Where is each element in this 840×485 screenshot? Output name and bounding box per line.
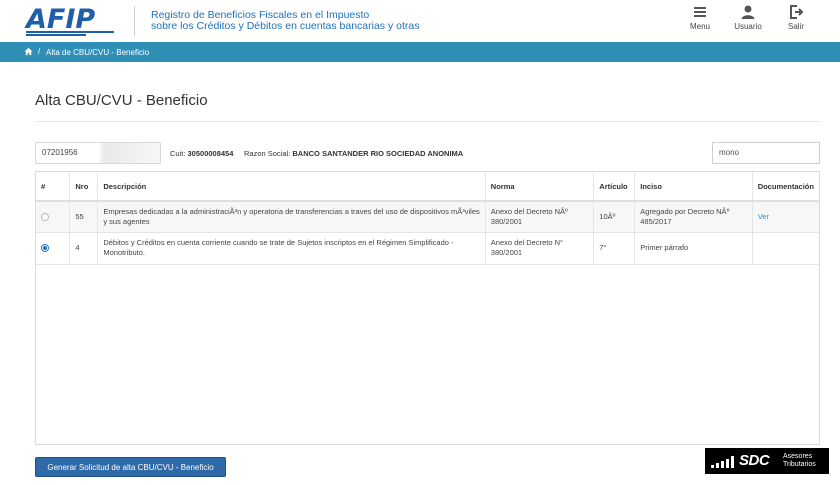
signal-bars-icon	[711, 456, 734, 468]
razon-social-label: Razon Social:	[244, 149, 291, 158]
table-row[interactable]: 4 Débitos y Créditos en cuenta corriente…	[36, 232, 819, 265]
page-title: Alta CBU/CVU - Beneficio	[35, 92, 208, 109]
row-descripcion: Empresas dedicadas a la administraciÃ³n …	[97, 201, 486, 233]
col-header-articulo: Artículo	[593, 172, 636, 202]
col-header-inciso: Inciso	[634, 172, 753, 202]
row-articulo: 7°	[593, 232, 636, 265]
home-icon[interactable]	[24, 47, 33, 58]
razon-social-info: Razon Social: BANCO SANTANDER RIO SOCIED…	[244, 149, 463, 158]
search-input[interactable]: mono	[712, 142, 820, 164]
col-header-documentacion: Documentación	[752, 172, 819, 202]
exit-button[interactable]: Salir	[776, 4, 816, 31]
row-documentacion: Ver	[752, 201, 819, 233]
sdc-tagline-line2: Tributarios	[783, 461, 816, 468]
breadcrumb-separator: /	[38, 47, 41, 56]
app-title: Registro de Beneficios Fiscales en el Im…	[151, 10, 419, 32]
afip-logo[interactable]: AFIP	[24, 4, 118, 38]
row-inciso: Agregado por Decreto NÂº 485/2017	[634, 201, 753, 233]
row-inciso: Primer párrafo	[634, 232, 753, 265]
row-select-cell[interactable]	[36, 232, 71, 265]
user-label: Usuario	[734, 22, 762, 31]
breadcrumb: / Alta de CBU/CVU - Beneficio	[0, 42, 840, 62]
row-articulo: 10Âº	[593, 201, 636, 233]
row-radio-button-selected[interactable]	[41, 244, 49, 253]
row-radio-button[interactable]	[41, 212, 49, 221]
cuit-label: Cuit:	[170, 149, 186, 158]
beneficios-table: # Nro Descripción Norma Artículo Inciso …	[36, 172, 819, 265]
logout-icon	[790, 5, 804, 19]
table-header-row: # Nro Descripción Norma Artículo Inciso …	[36, 172, 819, 202]
logo-text: AFIP	[24, 4, 95, 35]
beneficios-table-panel: # Nro Descripción Norma Artículo Inciso …	[35, 171, 820, 445]
user-button[interactable]: Usuario	[728, 4, 768, 31]
menu-label: Menu	[689, 22, 710, 31]
razon-social-value: BANCO SANTANDER RIO SOCIEDAD ANONIMA	[292, 149, 464, 158]
row-documentacion	[752, 232, 819, 265]
sdc-tagline-line1: Asesores	[783, 453, 813, 460]
app-header: AFIP Registro de Beneficios Fiscales en …	[0, 0, 840, 42]
cuit-value: 30500008454	[187, 149, 234, 158]
menu-button[interactable]: Menu	[680, 4, 720, 31]
row-select-cell[interactable]	[36, 201, 71, 233]
hamburger-icon	[694, 7, 706, 17]
exit-label: Salir	[787, 22, 804, 31]
sdc-wordmark: SDC	[739, 452, 770, 469]
cbu-input[interactable]: 07201956	[35, 142, 161, 164]
col-header-descripcion: Descripción	[97, 172, 486, 202]
row-norma: Anexo del Decreto N° 380/2001	[485, 232, 595, 265]
row-nro: 4	[69, 232, 99, 265]
ver-documentacion-link[interactable]: Ver	[758, 212, 769, 221]
cuit-info: Cuit: 30500008454	[170, 149, 233, 158]
breadcrumb-current: Alta de CBU/CVU - Beneficio	[46, 48, 150, 57]
sdc-tagline: Asesores Tributarios	[783, 453, 816, 469]
col-header-nro: Nro	[69, 172, 99, 202]
title-divider	[35, 121, 820, 122]
table-row[interactable]: 55 Empresas dedicadas a la administraciÃ…	[36, 201, 819, 233]
col-header-norma: Norma	[485, 172, 595, 202]
row-norma: Anexo del Decreto NÂº 380/2001	[485, 201, 595, 233]
app-title-line2: sobre los Créditos y Débitos en cuentas …	[151, 20, 420, 32]
generar-solicitud-button[interactable]: Generar Solicitud de alta CBU/CVU - Bene…	[35, 457, 226, 477]
user-icon	[741, 5, 755, 19]
col-header-select: #	[36, 172, 71, 202]
row-descripcion: Débitos y Créditos en cuenta corriente c…	[97, 232, 486, 265]
sdc-logo: SDC Asesores Tributarios	[705, 448, 829, 474]
row-nro: 55	[69, 201, 99, 233]
header-divider	[134, 6, 135, 36]
